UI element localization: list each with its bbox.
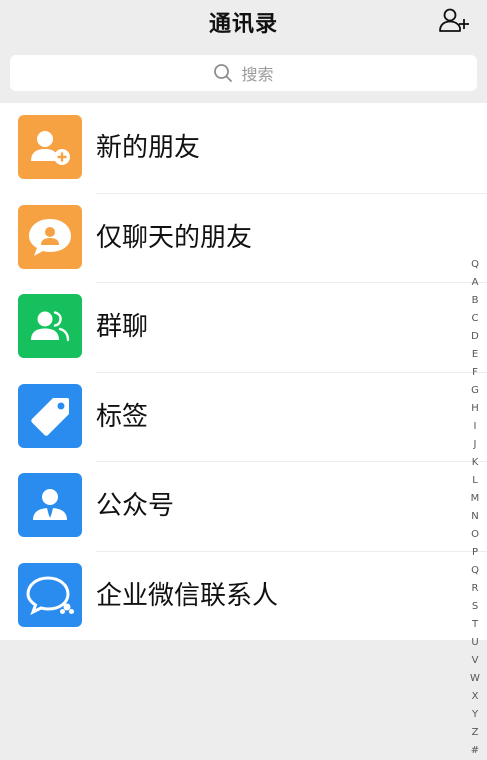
- index-letter-K[interactable]: K: [472, 454, 479, 472]
- bottom-bar: [0, 640, 487, 650]
- group-chats-icon-tile: [18, 294, 82, 358]
- chat-only-friend-icon: [29, 218, 71, 256]
- list-item-label: 仅聊天的朋友: [96, 222, 253, 253]
- page-title: 通讯录: [208, 12, 278, 37]
- index-letter-H[interactable]: H: [471, 400, 479, 418]
- index-letter-D[interactable]: D: [471, 328, 479, 346]
- list-item-new-friends[interactable]: 新的朋友: [0, 103, 487, 193]
- official-accounts-icon-tile: [18, 473, 82, 537]
- official-account-icon: [33, 489, 67, 520]
- index-letter-Z[interactable]: Z: [472, 724, 479, 742]
- list-item-label: 群聊: [96, 312, 149, 342]
- index-letter-G[interactable]: G: [471, 382, 479, 400]
- list-item-chat-only-friends[interactable]: 仅聊天的朋友: [0, 192, 487, 283]
- index-letter-L[interactable]: L: [472, 472, 478, 490]
- index-letter-T[interactable]: T: [472, 616, 478, 634]
- list-item-label: 企业微信联系人: [96, 580, 279, 611]
- index-search-shortcut[interactable]: Q: [471, 256, 479, 274]
- top-bar: 通讯录: [0, 0, 487, 46]
- index-letter-#[interactable]: #: [471, 742, 479, 760]
- tag-icon: [31, 397, 69, 436]
- index-letter-C[interactable]: C: [472, 310, 479, 328]
- contacts-function-list: 新的朋友 仅聊天的朋友 群聊 标签 公众号 企业微信联系人: [0, 103, 487, 640]
- list-item-group-chats[interactable]: 群聊: [0, 282, 487, 372]
- list-item-label: 标签: [96, 401, 149, 432]
- list-item-official-accounts[interactable]: 公众号: [0, 461, 487, 551]
- index-letter-W[interactable]: W: [470, 670, 480, 688]
- index-letter-F[interactable]: F: [472, 364, 478, 382]
- list-item-label: 公众号: [96, 491, 175, 521]
- list-item-tags[interactable]: 标签: [0, 371, 487, 462]
- index-letter-U[interactable]: U: [471, 634, 478, 652]
- alphabet-index-bar[interactable]: Q A B C D E F G H I J K L M N O P Q R S T U V W X Y Z #: [467, 256, 483, 760]
- index-letter-O[interactable]: O: [471, 526, 479, 544]
- chat-only-friends-icon-tile: [18, 204, 82, 269]
- index-letter-X[interactable]: X: [472, 688, 479, 706]
- index-letter-Q[interactable]: Q: [471, 562, 479, 580]
- index-letter-M[interactable]: M: [471, 490, 480, 508]
- search-bar[interactable]: 搜索: [10, 55, 477, 91]
- index-letter-E[interactable]: E: [472, 346, 478, 364]
- list-item-work-wechat-contacts[interactable]: 企业微信联系人: [0, 550, 487, 641]
- add-contact-button[interactable]: [437, 6, 471, 36]
- new-friends-icon-tile: [18, 115, 82, 179]
- index-letter-R[interactable]: R: [472, 580, 479, 598]
- index-letter-J[interactable]: J: [474, 436, 477, 454]
- index-letter-Y[interactable]: Y: [472, 706, 478, 724]
- index-letter-P[interactable]: P: [472, 544, 478, 562]
- index-letter-B[interactable]: B: [472, 292, 479, 310]
- index-letter-S[interactable]: S: [472, 598, 478, 616]
- search-placeholder: 搜索: [241, 65, 274, 84]
- tags-icon-tile: [18, 383, 82, 448]
- index-letter-A[interactable]: A: [472, 274, 479, 292]
- search-icon: [214, 64, 233, 82]
- index-letter-V[interactable]: V: [472, 652, 479, 670]
- add-contact-icon: [439, 8, 469, 32]
- group-chat-icon: [31, 311, 70, 342]
- list-item-label: 新的朋友: [96, 133, 201, 163]
- work-wechat-contacts-icon: [26, 575, 74, 615]
- index-letter-I[interactable]: I: [474, 418, 477, 436]
- index-letter-N[interactable]: N: [471, 508, 478, 526]
- work-wechat-contacts-icon-tile: [18, 562, 82, 627]
- add-friend-icon: [31, 131, 70, 165]
